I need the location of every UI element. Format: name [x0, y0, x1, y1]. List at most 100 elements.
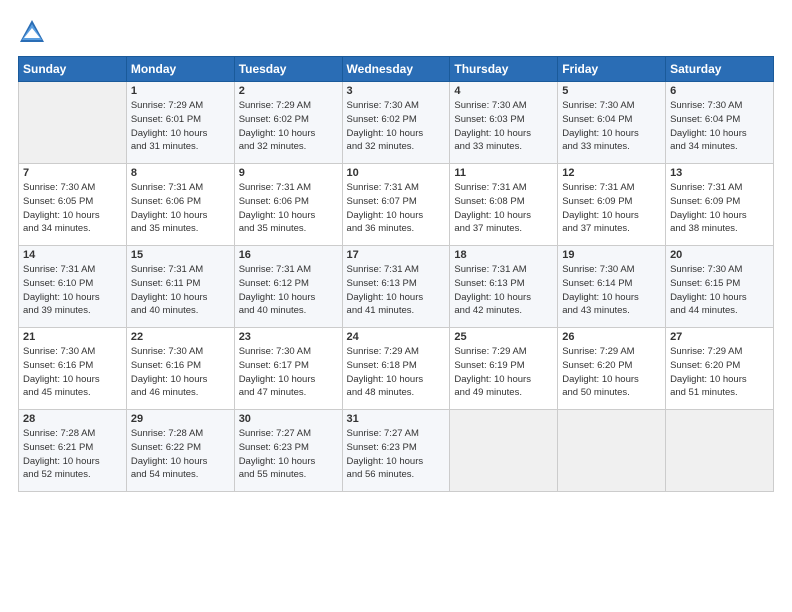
- calendar-cell: 3Sunrise: 7:30 AMSunset: 6:02 PMDaylight…: [342, 82, 450, 164]
- calendar-cell: 18 Sunrise: 7:31 AMSunset: 6:13 PMDayligh…: [450, 246, 558, 328]
- day-info: Sunrise: 7:31 AMSunset: 6:06 PMDaylight:…: [239, 181, 338, 236]
- calendar-cell: 6Sunrise: 7:30 AMSunset: 6:04 PMDaylight…: [666, 82, 774, 164]
- day-number: 26: [562, 331, 661, 343]
- day-info: Sunrise: 7:31 AMSunset: 6:12 PMDaylight:…: [239, 263, 338, 318]
- calendar-cell: 11Sunrise: 7:31 AMSunset: 6:08 PMDayligh…: [450, 164, 558, 246]
- calendar-cell: 26 Sunrise: 7:29 AMSunset: 6:20 PMDayligh…: [558, 328, 666, 410]
- calendar-cell: [19, 82, 127, 164]
- day-of-week-header: Tuesday: [234, 57, 342, 82]
- calendar-header-row: SundayMondayTuesdayWednesdayThursdayFrid…: [19, 57, 774, 82]
- day-info: Sunrise: 7:31 AMSunset: 6:09 PMDaylight:…: [562, 181, 661, 236]
- day-info: Sunrise: 7:30 AMSunset: 6:15 PMDaylight:…: [670, 263, 769, 318]
- calendar-cell: [450, 410, 558, 492]
- day-number: 25: [454, 331, 553, 343]
- calendar-cell: 22Sunrise: 7:30 AMSunset: 6:16 PMDayligh…: [126, 328, 234, 410]
- day-info: Sunrise: 7:30 AMSunset: 6:04 PMDaylight:…: [670, 99, 769, 154]
- day-info: Sunrise: 7:30 AMSunset: 6:14 PMDaylight:…: [562, 263, 661, 318]
- day-info: Sunrise: 7:29 AMSunset: 6:18 PMDaylight:…: [347, 345, 446, 400]
- day-number: 1: [131, 85, 230, 97]
- day-number: 7: [23, 167, 122, 179]
- day-number: 9: [239, 167, 338, 179]
- day-number: 15: [131, 249, 230, 261]
- day-of-week-header: Friday: [558, 57, 666, 82]
- day-number: 23: [239, 331, 338, 343]
- day-number: 29: [131, 413, 230, 425]
- calendar-week-row: 14Sunrise: 7:31 AMSunset: 6:10 PMDayligh…: [19, 246, 774, 328]
- day-of-week-header: Sunday: [19, 57, 127, 82]
- calendar-cell: 24 Sunrise: 7:29 AMSunset: 6:18 PMDayligh…: [342, 328, 450, 410]
- calendar-week-row: 21 Sunrise: 7:30 AMSunset: 6:16 PMDayligh…: [19, 328, 774, 410]
- day-info: Sunrise: 7:31 AMSunset: 6:13 PMDaylight:…: [454, 263, 553, 318]
- day-number: 21: [23, 331, 122, 343]
- day-number: 13: [670, 167, 769, 179]
- day-of-week-header: Monday: [126, 57, 234, 82]
- day-info: Sunrise: 7:29 AMSunset: 6:19 PMDaylight:…: [454, 345, 553, 400]
- day-number: 8: [131, 167, 230, 179]
- day-number: 20: [670, 249, 769, 261]
- calendar-cell: 13 Sunrise: 7:31 AMSunset: 6:09 PMDayligh…: [666, 164, 774, 246]
- day-info: Sunrise: 7:28 AMSunset: 6:22 PMDaylight:…: [131, 427, 230, 482]
- day-info: Sunrise: 7:31 AMSunset: 6:07 PMDaylight:…: [347, 181, 446, 236]
- calendar-cell: 17 Sunrise: 7:31 AMSunset: 6:13 PMDayligh…: [342, 246, 450, 328]
- day-info: Sunrise: 7:31 AMSunset: 6:13 PMDaylight:…: [347, 263, 446, 318]
- day-info: Sunrise: 7:29 AMSunset: 6:20 PMDaylight:…: [670, 345, 769, 400]
- day-of-week-header: Thursday: [450, 57, 558, 82]
- calendar-cell: 16 Sunrise: 7:31 AMSunset: 6:12 PMDayligh…: [234, 246, 342, 328]
- day-number: 14: [23, 249, 122, 261]
- calendar-table: SundayMondayTuesdayWednesdayThursdayFrid…: [18, 56, 774, 492]
- calendar-cell: 23 Sunrise: 7:30 AMSunset: 6:17 PMDayligh…: [234, 328, 342, 410]
- day-number: 16: [239, 249, 338, 261]
- calendar-cell: 4 Sunrise: 7:30 AMSunset: 6:03 PMDaylight…: [450, 82, 558, 164]
- day-number: 28: [23, 413, 122, 425]
- calendar-cell: 1Sunrise: 7:29 AMSunset: 6:01 PMDaylight…: [126, 82, 234, 164]
- day-of-week-header: Wednesday: [342, 57, 450, 82]
- calendar-cell: 29 Sunrise: 7:28 AMSunset: 6:22 PMDayligh…: [126, 410, 234, 492]
- calendar-cell: 8 Sunrise: 7:31 AMSunset: 6:06 PMDaylight…: [126, 164, 234, 246]
- calendar-cell: 14Sunrise: 7:31 AMSunset: 6:10 PMDayligh…: [19, 246, 127, 328]
- calendar-cell: 12Sunrise: 7:31 AMSunset: 6:09 PMDayligh…: [558, 164, 666, 246]
- day-info: Sunrise: 7:27 AMSunset: 6:23 PMDaylight:…: [239, 427, 338, 482]
- day-number: 30: [239, 413, 338, 425]
- day-number: 31: [347, 413, 446, 425]
- day-info: Sunrise: 7:29 AMSunset: 6:02 PMDaylight:…: [239, 99, 338, 154]
- calendar-cell: 19 Sunrise: 7:30 AMSunset: 6:14 PMDayligh…: [558, 246, 666, 328]
- day-number: 19: [562, 249, 661, 261]
- day-number: 10: [347, 167, 446, 179]
- calendar-cell: [558, 410, 666, 492]
- calendar-cell: 28Sunrise: 7:28 AMSunset: 6:21 PMDayligh…: [19, 410, 127, 492]
- day-number: 24: [347, 331, 446, 343]
- day-info: Sunrise: 7:30 AMSunset: 6:04 PMDaylight:…: [562, 99, 661, 154]
- calendar-cell: 5 Sunrise: 7:30 AMSunset: 6:04 PMDaylight…: [558, 82, 666, 164]
- calendar-cell: [666, 410, 774, 492]
- day-info: Sunrise: 7:31 AMSunset: 6:11 PMDaylight:…: [131, 263, 230, 318]
- calendar-cell: 30 Sunrise: 7:27 AMSunset: 6:23 PMDayligh…: [234, 410, 342, 492]
- day-info: Sunrise: 7:29 AMSunset: 6:20 PMDaylight:…: [562, 345, 661, 400]
- day-number: 3: [347, 85, 446, 97]
- day-info: Sunrise: 7:30 AMSunset: 6:16 PMDaylight:…: [23, 345, 122, 400]
- day-number: 17: [347, 249, 446, 261]
- calendar-page: SundayMondayTuesdayWednesdayThursdayFrid…: [0, 0, 792, 612]
- calendar-cell: 10 Sunrise: 7:31 AMSunset: 6:07 PMDayligh…: [342, 164, 450, 246]
- day-info: Sunrise: 7:31 AMSunset: 6:09 PMDaylight:…: [670, 181, 769, 236]
- calendar-cell: 25 Sunrise: 7:29 AMSunset: 6:19 PMDayligh…: [450, 328, 558, 410]
- day-info: Sunrise: 7:30 AMSunset: 6:16 PMDaylight:…: [131, 345, 230, 400]
- day-info: Sunrise: 7:30 AMSunset: 6:05 PMDaylight:…: [23, 181, 122, 236]
- calendar-cell: 21 Sunrise: 7:30 AMSunset: 6:16 PMDayligh…: [19, 328, 127, 410]
- day-number: 11: [454, 167, 553, 179]
- calendar-cell: 31Sunrise: 7:27 AMSunset: 6:23 PMDayligh…: [342, 410, 450, 492]
- page-header: [18, 18, 774, 46]
- day-info: Sunrise: 7:31 AMSunset: 6:06 PMDaylight:…: [131, 181, 230, 236]
- calendar-week-row: 7 Sunrise: 7:30 AMSunset: 6:05 PMDaylight…: [19, 164, 774, 246]
- day-number: 2: [239, 85, 338, 97]
- calendar-week-row: 28Sunrise: 7:28 AMSunset: 6:21 PMDayligh…: [19, 410, 774, 492]
- calendar-week-row: 1Sunrise: 7:29 AMSunset: 6:01 PMDaylight…: [19, 82, 774, 164]
- calendar-cell: 27Sunrise: 7:29 AMSunset: 6:20 PMDayligh…: [666, 328, 774, 410]
- day-number: 4: [454, 85, 553, 97]
- day-number: 18: [454, 249, 553, 261]
- day-info: Sunrise: 7:30 AMSunset: 6:17 PMDaylight:…: [239, 345, 338, 400]
- calendar-cell: 7 Sunrise: 7:30 AMSunset: 6:05 PMDaylight…: [19, 164, 127, 246]
- day-info: Sunrise: 7:30 AMSunset: 6:03 PMDaylight:…: [454, 99, 553, 154]
- calendar-cell: 20 Sunrise: 7:30 AMSunset: 6:15 PMDayligh…: [666, 246, 774, 328]
- day-number: 5: [562, 85, 661, 97]
- calendar-cell: 9 Sunrise: 7:31 AMSunset: 6:06 PMDaylight…: [234, 164, 342, 246]
